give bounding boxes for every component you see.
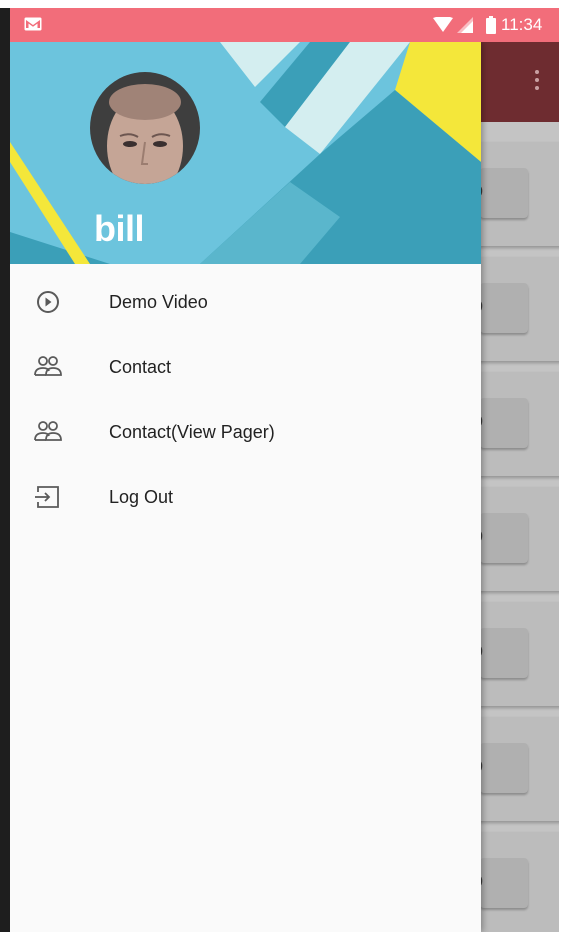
- status-time: 11:34: [501, 15, 543, 34]
- menu-item-label: Demo Video: [109, 292, 208, 312]
- wifi-icon: [433, 17, 453, 32]
- background-card-button: [480, 513, 528, 563]
- username: bill: [94, 208, 145, 249]
- background-card-button: [480, 168, 528, 218]
- people-icon: [34, 356, 62, 376]
- header-background: [10, 42, 481, 264]
- screen: 11:34 b b b b b b b: [10, 8, 559, 932]
- drawer-header: bill: [10, 42, 481, 264]
- menu-item-demo-video[interactable]: Demo Video: [10, 272, 481, 332]
- menu-item-label: Contact: [109, 357, 172, 377]
- logout-icon: [35, 486, 59, 508]
- people-icon: [34, 421, 62, 441]
- menu-item-contact[interactable]: Contact: [10, 337, 481, 397]
- gmail-icon: [24, 17, 42, 31]
- overflow-menu-icon[interactable]: [534, 70, 540, 94]
- background-card-button: [480, 398, 528, 448]
- background-card-button: [480, 283, 528, 333]
- menu-item-label: Contact(View Pager): [109, 422, 275, 442]
- device-frame: 11:34 b b b b b b b: [0, 0, 561, 932]
- avatar[interactable]: [90, 72, 200, 184]
- play-circle-icon: [37, 291, 59, 313]
- menu-item-log-out[interactable]: Log Out: [10, 467, 481, 527]
- avatar-photo: [90, 72, 200, 184]
- menu-item-label: Log Out: [109, 487, 174, 507]
- navigation-drawer: bill Demo Video Contact Contact(View Pag…: [10, 42, 481, 932]
- status-bar: 11:34: [10, 8, 559, 42]
- background-card-button: [480, 628, 528, 678]
- signal-icon: [457, 17, 473, 33]
- background-card-button: [480, 858, 528, 908]
- battery-icon: [486, 16, 496, 34]
- menu-item-contact-view-pager[interactable]: Contact(View Pager): [10, 402, 481, 462]
- device-bezel: [0, 8, 10, 932]
- background-card-button: [480, 743, 528, 793]
